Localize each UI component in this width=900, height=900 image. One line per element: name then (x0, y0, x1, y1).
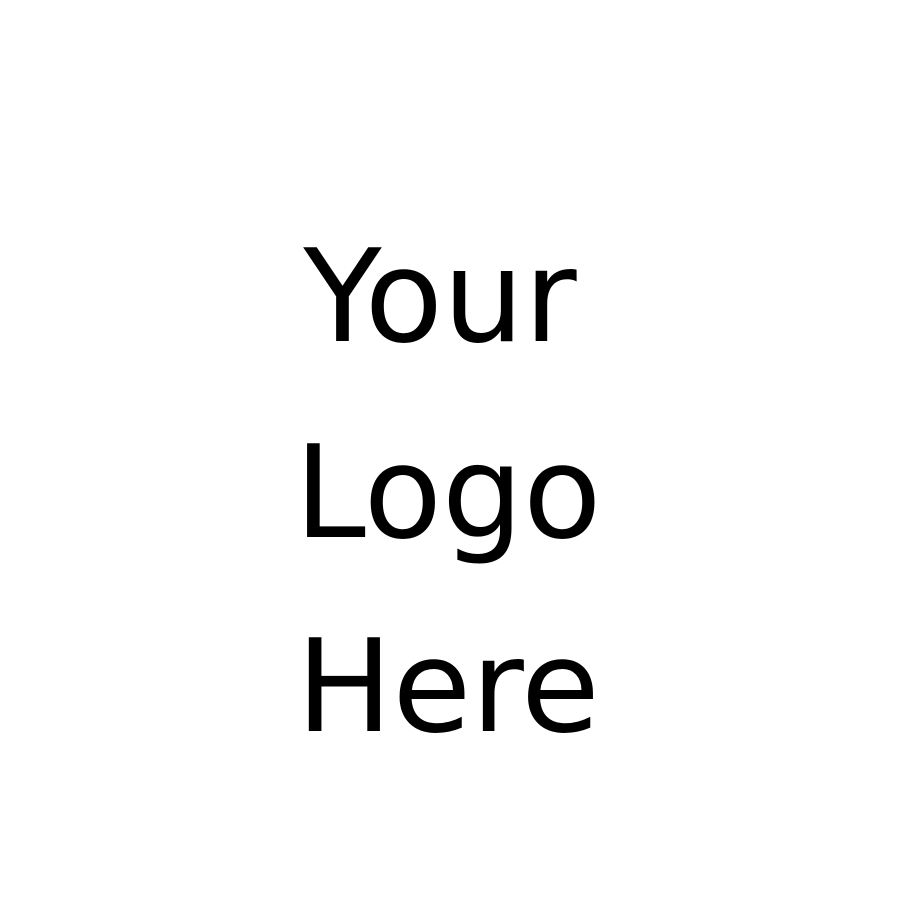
logo-line-logo: Logo (294, 419, 602, 568)
logo-placeholder: Your Logo Here (0, 0, 900, 900)
canvas: Your Logo Here (0, 0, 900, 900)
logo-line-your: Your (303, 223, 577, 372)
logo-line-here: Here (296, 613, 600, 762)
